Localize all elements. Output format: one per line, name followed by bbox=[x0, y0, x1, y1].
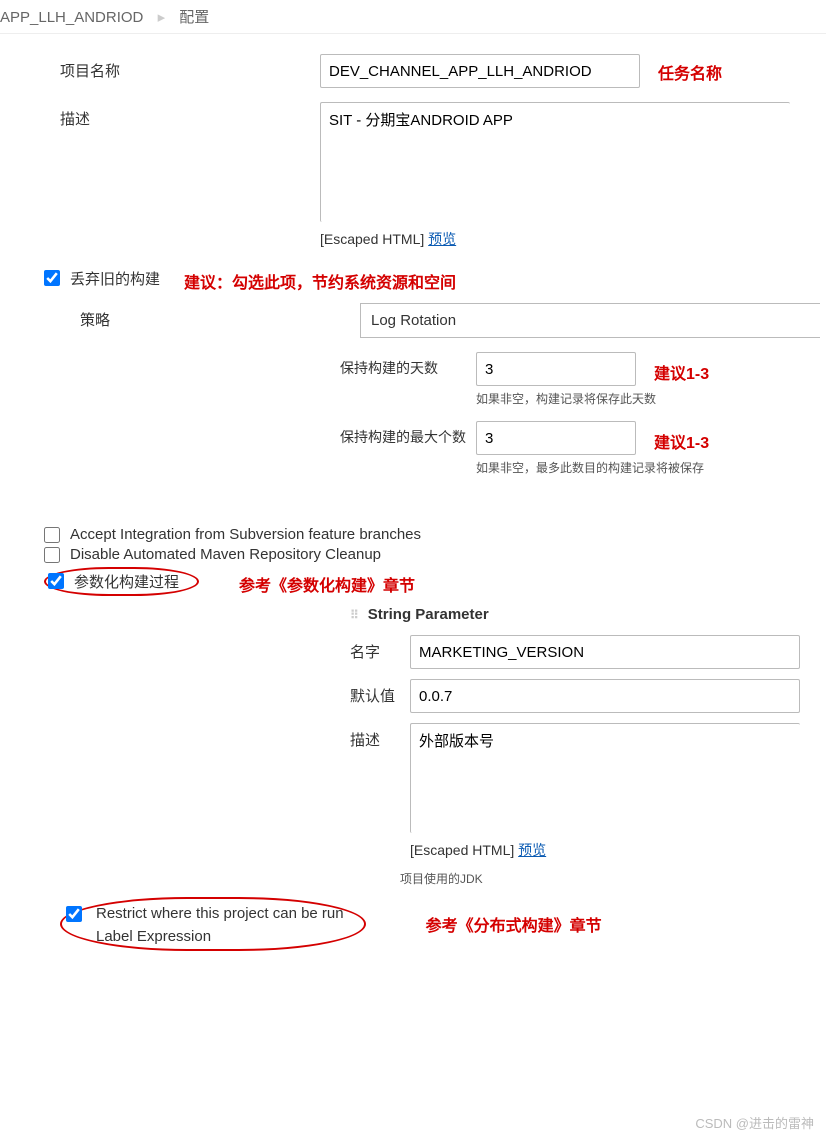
preview-link[interactable]: 预览 bbox=[518, 842, 546, 858]
keep-days-input[interactable] bbox=[476, 352, 636, 386]
disable-cleanup-checkbox[interactable] bbox=[44, 547, 60, 563]
annotation-parameterized: 参考《参数化构建》章节 bbox=[239, 566, 415, 596]
annotation-discard: 建议：勾选此项，节约系统资源和空间 bbox=[184, 263, 456, 293]
restrict-checkbox[interactable] bbox=[66, 906, 82, 922]
project-name-input[interactable] bbox=[320, 54, 640, 88]
watermark: CSDN @进击的雷神 bbox=[695, 1113, 814, 1132]
param-default-label: 默认值 bbox=[350, 679, 410, 706]
breadcrumb-item[interactable]: 配置 bbox=[179, 9, 209, 26]
param-header: String Parameter bbox=[368, 606, 489, 623]
keep-days-label: 保持构建的天数 bbox=[340, 352, 476, 378]
param-name-label: 名字 bbox=[350, 635, 410, 662]
param-default-input[interactable] bbox=[410, 679, 800, 713]
preview-link[interactable]: 预览 bbox=[428, 231, 456, 247]
breadcrumb: APP_LLH_ANDRIOD ▸ 配置 bbox=[0, 0, 826, 34]
escaped-html-text: [Escaped HTML] bbox=[320, 231, 424, 247]
keep-max-hint: 如果非空，最多此数目的构建记录将被保存 bbox=[476, 459, 709, 476]
keep-max-label: 保持构建的最大个数 bbox=[340, 421, 476, 447]
accept-integration-label: Accept Integration from Subversion featu… bbox=[70, 526, 421, 543]
drag-handle-icon[interactable]: ⠿ bbox=[350, 608, 360, 622]
escaped-html-text: [Escaped HTML] bbox=[410, 842, 514, 858]
description-label: 描述 bbox=[60, 102, 140, 129]
label-expression-label: Label Expression bbox=[96, 928, 344, 945]
param-desc-textarea[interactable]: 外部版本号 bbox=[410, 723, 800, 833]
param-name-input[interactable] bbox=[410, 635, 800, 669]
annotation-max: 建议1-3 bbox=[654, 423, 709, 453]
chevron-right-icon: ▸ bbox=[158, 9, 166, 26]
parameterized-checkbox[interactable] bbox=[48, 573, 64, 589]
accept-integration-checkbox[interactable] bbox=[44, 527, 60, 543]
disable-cleanup-label: Disable Automated Maven Repository Clean… bbox=[70, 546, 381, 563]
jdk-hint: 项目使用的JDK bbox=[400, 870, 826, 887]
keep-max-input[interactable] bbox=[476, 421, 636, 455]
project-name-label: 项目名称 bbox=[60, 54, 140, 81]
keep-days-hint: 如果非空，构建记录将保存此天数 bbox=[476, 390, 709, 407]
annotation-days: 建议1-3 bbox=[654, 354, 709, 384]
strategy-select[interactable]: Log Rotation bbox=[360, 303, 820, 338]
strategy-label: 策略 bbox=[80, 303, 160, 330]
restrict-label: Restrict where this project can be run bbox=[96, 905, 344, 922]
annotation-restrict: 参考《分布式构建》章节 bbox=[426, 912, 602, 936]
discard-label: 丢弃旧的构建 bbox=[70, 268, 160, 289]
annotation-task-name: 任务名称 bbox=[658, 54, 722, 84]
breadcrumb-item[interactable]: APP_LLH_ANDRIOD bbox=[0, 9, 143, 26]
discard-old-builds-checkbox[interactable] bbox=[44, 270, 60, 286]
description-textarea[interactable]: SIT - 分期宝ANDROID APP bbox=[320, 102, 790, 222]
parameterized-label: 参数化构建过程 bbox=[74, 571, 179, 592]
param-desc-label: 描述 bbox=[350, 723, 410, 750]
